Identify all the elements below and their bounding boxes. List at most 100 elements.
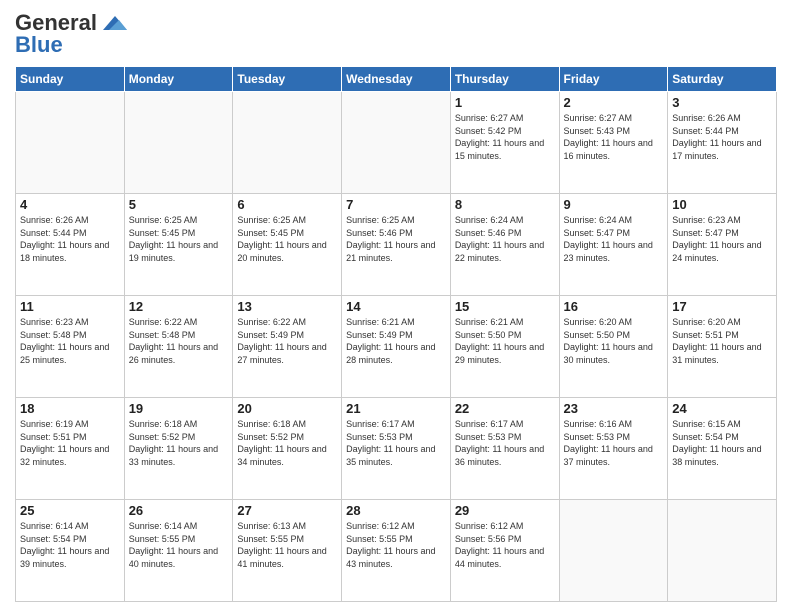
calendar-cell: 16Sunrise: 6:20 AM Sunset: 5:50 PM Dayli… (559, 296, 668, 398)
day-number: 11 (20, 299, 120, 314)
calendar-cell: 6 Sunrise: 6:25 AM Sunset: 5:45 PM Daylig… (233, 194, 342, 296)
weekday-header-wednesday: Wednesday (342, 67, 451, 92)
calendar-cell: 23Sunrise: 6:16 AM Sunset: 5:53 PM Dayli… (559, 398, 668, 500)
weekday-header-sunday: Sunday (16, 67, 125, 92)
calendar-cell (342, 92, 451, 194)
calendar-cell: 8 Sunrise: 6:24 AM Sunset: 5:46 PM Daylig… (450, 194, 559, 296)
calendar-cell (233, 92, 342, 194)
day-number: 18 (20, 401, 120, 416)
weekday-header-friday: Friday (559, 67, 668, 92)
day-number: 7 (346, 197, 446, 212)
calendar-cell: 25 Sunrise: 6:14 AM Sunset: 5:54 PM Dayli… (16, 500, 125, 602)
calendar-cell: 24 Sunrise: 6:15 AM Sunset: 5:54 PM Dayli… (668, 398, 777, 500)
day-info: Sunrise: 6:14 AM Sunset: 5:54 PM Dayligh… (20, 521, 109, 569)
day-number: 17 (672, 299, 772, 314)
day-number: 1 (455, 95, 555, 110)
calendar-cell: 21Sunrise: 6:17 AM Sunset: 5:53 PM Dayli… (342, 398, 451, 500)
day-number: 8 (455, 197, 555, 212)
day-info: Sunrise: 6:15 AM Sunset: 5:54 PM Dayligh… (672, 419, 761, 467)
day-number: 14 (346, 299, 446, 314)
calendar-table: SundayMondayTuesdayWednesdayThursdayFrid… (15, 66, 777, 602)
day-info: Sunrise: 6:27 AM Sunset: 5:42 PM Dayligh… (455, 113, 544, 161)
day-number: 15 (455, 299, 555, 314)
day-info: Sunrise: 6:27 AM Sunset: 5:43 PM Dayligh… (564, 113, 653, 161)
day-info: Sunrise: 6:21 AM Sunset: 5:49 PM Dayligh… (346, 317, 435, 365)
weekday-header-thursday: Thursday (450, 67, 559, 92)
header: General Blue (15, 10, 777, 58)
day-info: Sunrise: 6:22 AM Sunset: 5:48 PM Dayligh… (129, 317, 218, 365)
calendar-cell: 20 Sunrise: 6:18 AM Sunset: 5:52 PM Dayli… (233, 398, 342, 500)
calendar-cell: 1 Sunrise: 6:27 AM Sunset: 5:42 PM Daylig… (450, 92, 559, 194)
day-number: 4 (20, 197, 120, 212)
weekday-header-monday: Monday (124, 67, 233, 92)
logo: General Blue (15, 10, 131, 58)
day-number: 27 (237, 503, 337, 518)
calendar-row-3: 11 Sunrise: 6:23 AM Sunset: 5:48 PM Dayli… (16, 296, 777, 398)
day-number: 6 (237, 197, 337, 212)
weekday-header-tuesday: Tuesday (233, 67, 342, 92)
day-info: Sunrise: 6:18 AM Sunset: 5:52 PM Dayligh… (237, 419, 326, 467)
calendar-row-1: 1 Sunrise: 6:27 AM Sunset: 5:42 PM Daylig… (16, 92, 777, 194)
day-info: Sunrise: 6:12 AM Sunset: 5:56 PM Dayligh… (455, 521, 544, 569)
page: General Blue SundayMondayTuesdayWednesda… (0, 0, 792, 612)
day-number: 26 (129, 503, 229, 518)
logo-icon (99, 12, 131, 34)
calendar-cell: 26 Sunrise: 6:14 AM Sunset: 5:55 PM Dayli… (124, 500, 233, 602)
calendar-cell: 7 Sunrise: 6:25 AM Sunset: 5:46 PM Daylig… (342, 194, 451, 296)
calendar-cell: 27 Sunrise: 6:13 AM Sunset: 5:55 PM Dayli… (233, 500, 342, 602)
day-number: 20 (237, 401, 337, 416)
calendar-row-5: 25 Sunrise: 6:14 AM Sunset: 5:54 PM Dayli… (16, 500, 777, 602)
day-info: Sunrise: 6:23 AM Sunset: 5:47 PM Dayligh… (672, 215, 761, 263)
calendar-cell (124, 92, 233, 194)
day-number: 9 (564, 197, 664, 212)
day-info: Sunrise: 6:14 AM Sunset: 5:55 PM Dayligh… (129, 521, 218, 569)
day-number: 23 (564, 401, 664, 416)
calendar-cell: 14 Sunrise: 6:21 AM Sunset: 5:49 PM Dayli… (342, 296, 451, 398)
day-info: Sunrise: 6:12 AM Sunset: 5:55 PM Dayligh… (346, 521, 435, 569)
day-number: 3 (672, 95, 772, 110)
day-number: 5 (129, 197, 229, 212)
day-info: Sunrise: 6:23 AM Sunset: 5:48 PM Dayligh… (20, 317, 109, 365)
day-info: Sunrise: 6:21 AM Sunset: 5:50 PM Dayligh… (455, 317, 544, 365)
day-info: Sunrise: 6:25 AM Sunset: 5:45 PM Dayligh… (237, 215, 326, 263)
calendar-cell: 12Sunrise: 6:22 AM Sunset: 5:48 PM Dayli… (124, 296, 233, 398)
day-number: 19 (129, 401, 229, 416)
day-number: 21 (346, 401, 446, 416)
calendar-cell: 22 Sunrise: 6:17 AM Sunset: 5:53 PM Dayli… (450, 398, 559, 500)
day-number: 10 (672, 197, 772, 212)
calendar-cell: 28Sunrise: 6:12 AM Sunset: 5:55 PM Dayli… (342, 500, 451, 602)
calendar-cell: 2 Sunrise: 6:27 AM Sunset: 5:43 PM Daylig… (559, 92, 668, 194)
day-number: 2 (564, 95, 664, 110)
day-info: Sunrise: 6:25 AM Sunset: 5:45 PM Dayligh… (129, 215, 218, 263)
day-info: Sunrise: 6:13 AM Sunset: 5:55 PM Dayligh… (237, 521, 326, 569)
calendar-cell: 3 Sunrise: 6:26 AM Sunset: 5:44 PM Daylig… (668, 92, 777, 194)
day-info: Sunrise: 6:19 AM Sunset: 5:51 PM Dayligh… (20, 419, 109, 467)
day-number: 29 (455, 503, 555, 518)
calendar-cell: 29 Sunrise: 6:12 AM Sunset: 5:56 PM Dayli… (450, 500, 559, 602)
day-info: Sunrise: 6:25 AM Sunset: 5:46 PM Dayligh… (346, 215, 435, 263)
day-info: Sunrise: 6:26 AM Sunset: 5:44 PM Dayligh… (672, 113, 761, 161)
calendar-cell: 17Sunrise: 6:20 AM Sunset: 5:51 PM Dayli… (668, 296, 777, 398)
calendar-row-2: 4 Sunrise: 6:26 AM Sunset: 5:44 PM Daylig… (16, 194, 777, 296)
day-number: 24 (672, 401, 772, 416)
calendar-cell (668, 500, 777, 602)
calendar-cell (16, 92, 125, 194)
day-number: 22 (455, 401, 555, 416)
day-info: Sunrise: 6:22 AM Sunset: 5:49 PM Dayligh… (237, 317, 326, 365)
calendar-cell: 4 Sunrise: 6:26 AM Sunset: 5:44 PM Daylig… (16, 194, 125, 296)
calendar-cell: 9Sunrise: 6:24 AM Sunset: 5:47 PM Daylig… (559, 194, 668, 296)
calendar-row-4: 18 Sunrise: 6:19 AM Sunset: 5:51 PM Dayli… (16, 398, 777, 500)
day-info: Sunrise: 6:26 AM Sunset: 5:44 PM Dayligh… (20, 215, 109, 263)
calendar-cell: 15 Sunrise: 6:21 AM Sunset: 5:50 PM Dayli… (450, 296, 559, 398)
calendar-cell: 13Sunrise: 6:22 AM Sunset: 5:49 PM Dayli… (233, 296, 342, 398)
day-info: Sunrise: 6:24 AM Sunset: 5:46 PM Dayligh… (455, 215, 544, 263)
day-number: 25 (20, 503, 120, 518)
calendar-cell: 5 Sunrise: 6:25 AM Sunset: 5:45 PM Daylig… (124, 194, 233, 296)
weekday-header-row: SundayMondayTuesdayWednesdayThursdayFrid… (16, 67, 777, 92)
logo-blue: Blue (15, 32, 63, 58)
day-info: Sunrise: 6:17 AM Sunset: 5:53 PM Dayligh… (455, 419, 544, 467)
weekday-header-saturday: Saturday (668, 67, 777, 92)
day-number: 16 (564, 299, 664, 314)
calendar-cell: 11 Sunrise: 6:23 AM Sunset: 5:48 PM Dayli… (16, 296, 125, 398)
calendar-cell: 10 Sunrise: 6:23 AM Sunset: 5:47 PM Dayli… (668, 194, 777, 296)
